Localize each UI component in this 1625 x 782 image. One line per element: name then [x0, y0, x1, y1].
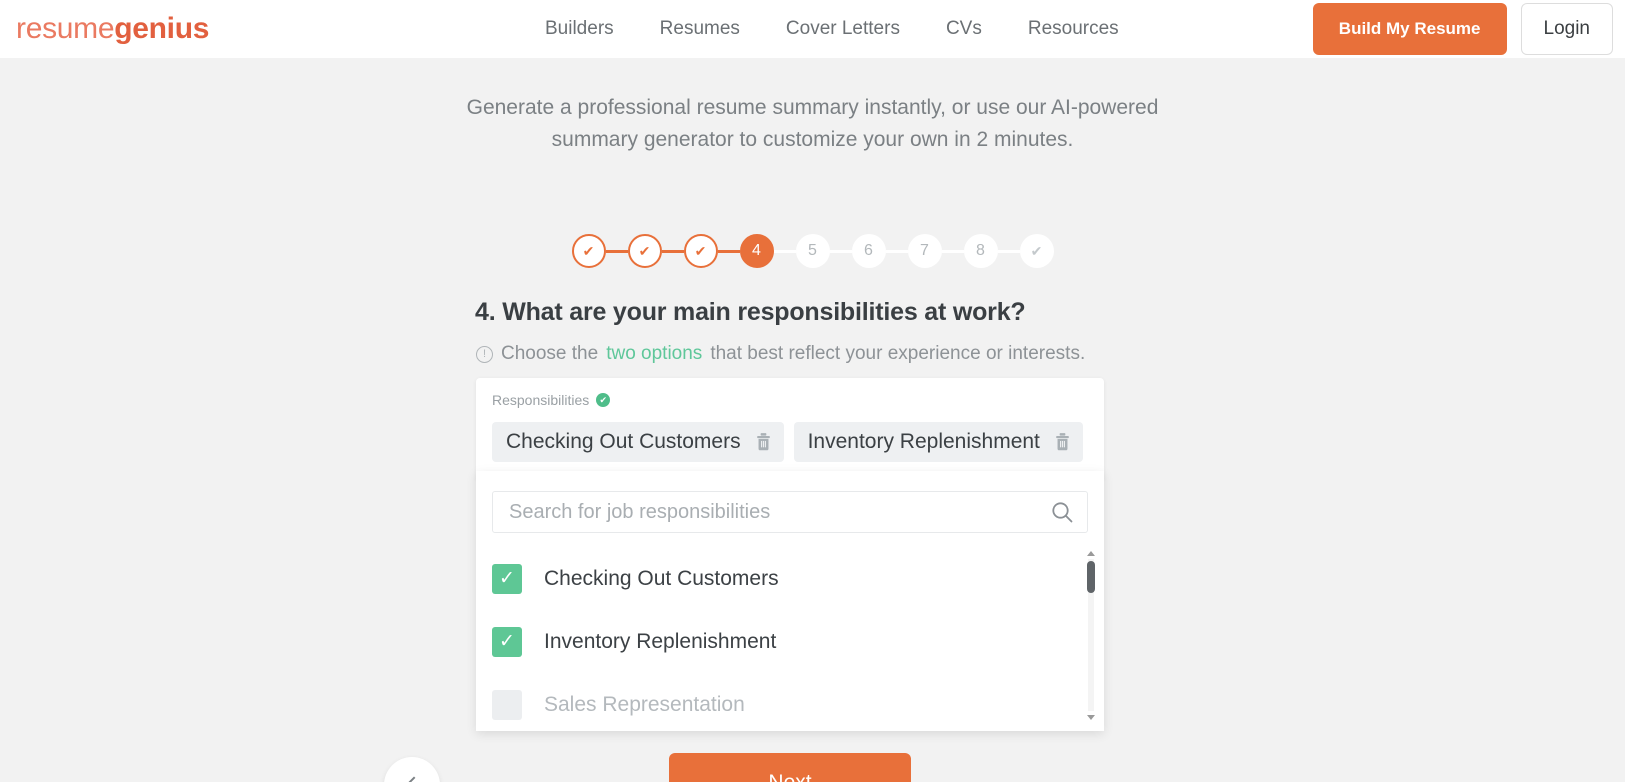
nav-item-resumes[interactable]: Resumes — [660, 18, 740, 40]
nav-item-cover-letters[interactable]: Cover Letters — [786, 18, 900, 40]
responsibilities-field[interactable]: Responsibilities ✔ Checking Out Customer… — [476, 378, 1104, 480]
check-icon: ✓ — [499, 631, 515, 652]
tag-chip[interactable]: Inventory Replenishment — [793, 422, 1083, 462]
scroll-up-arrow-icon[interactable] — [1085, 547, 1097, 559]
question-hint: ! Choose the two options that best refle… — [476, 343, 1085, 365]
step-3-completed[interactable]: ✔ — [683, 234, 718, 268]
logo-text-bold: genius — [114, 12, 210, 45]
build-my-resume-button[interactable]: Build My Resume — [1312, 3, 1507, 55]
back-button[interactable] — [384, 757, 440, 782]
scroll-down-arrow-icon[interactable] — [1085, 711, 1097, 723]
option-label: Inventory Replenishment — [544, 629, 777, 653]
option-row[interactable]: ✓ Inventory Replenishment — [476, 610, 1104, 673]
step-8[interactable]: 8 — [963, 234, 998, 268]
step-2-completed[interactable]: ✔ — [627, 234, 662, 268]
search-row — [492, 491, 1088, 533]
option-row[interactable]: Sales Representation — [476, 673, 1104, 723]
trash-icon[interactable] — [1054, 432, 1071, 452]
logo[interactable]: resumegenius — [16, 12, 209, 46]
tag-label: Inventory Replenishment — [807, 430, 1040, 453]
login-button[interactable]: Login — [1520, 3, 1613, 55]
step-6[interactable]: 6 — [851, 234, 886, 268]
step-5[interactable]: 5 — [795, 234, 830, 268]
hint-text-before: Choose the — [501, 343, 599, 364]
option-row[interactable]: ✓ Checking Out Customers — [476, 547, 1104, 610]
step-connector-4 — [773, 249, 796, 253]
check-icon: ✔ — [638, 243, 651, 259]
logo-text-light: resume — [16, 12, 115, 45]
check-icon: ✔ — [1030, 243, 1043, 259]
field-label: Responsibilities — [492, 392, 590, 408]
step-connector-2 — [661, 249, 684, 253]
search-input[interactable] — [492, 491, 1088, 533]
checkbox-checked-icon[interactable]: ✓ — [492, 563, 522, 594]
check-icon: ✓ — [499, 568, 515, 589]
intro-line-1: Generate a professional resume summary i… — [466, 96, 1159, 119]
intro-line-2: summary generator to customize your own … — [551, 128, 1074, 151]
header-actions: Build My Resume Login — [1312, 0, 1613, 58]
nav-item-resources[interactable]: Resources — [1028, 18, 1119, 40]
check-icon: ✔ — [582, 243, 595, 259]
search-icon[interactable] — [1050, 500, 1074, 524]
hint-text-after: that best reflect your experience or int… — [710, 343, 1086, 364]
main-navigation: Builders Resumes Cover Letters CVs Resou… — [545, 0, 1119, 58]
step-connector-5 — [829, 249, 852, 253]
step-4-current[interactable]: 4 — [739, 234, 774, 268]
checkbox-unchecked-icon[interactable] — [492, 689, 522, 720]
valid-check-icon: ✔ — [596, 393, 611, 407]
step-connector-8 — [997, 249, 1020, 253]
step-7[interactable]: 7 — [907, 234, 942, 268]
page-title: 4. What are your main responsibilities a… — [475, 298, 1026, 326]
next-button[interactable]: Next — [669, 753, 911, 782]
step-connector-6 — [885, 249, 908, 253]
trash-icon[interactable] — [755, 432, 772, 452]
alert-circle-icon: ! — [476, 345, 493, 363]
field-label-row: Responsibilities ✔ — [492, 392, 1088, 408]
step-1-completed[interactable]: ✔ — [571, 234, 606, 268]
check-icon: ✔ — [694, 243, 707, 259]
options-list: ✓ Checking Out Customers ✓ Inventory Rep… — [476, 547, 1104, 723]
tag-label: Checking Out Customers — [506, 430, 741, 453]
step-group-1: ✔ ✔ ✔ 4 5 6 7 8 ✔ — [571, 234, 1054, 268]
step-connector-3 — [717, 249, 740, 253]
nav-item-cvs[interactable]: CVs — [946, 18, 982, 40]
nav-item-builders[interactable]: Builders — [545, 18, 614, 40]
step-connector-1 — [605, 249, 628, 253]
responsibilities-dropdown: ✓ Checking Out Customers ✓ Inventory Rep… — [476, 471, 1104, 731]
selected-tags: Checking Out Customers Inventory Repleni… — [492, 422, 1088, 462]
option-label: Sales Representation — [544, 692, 745, 716]
checkbox-checked-icon[interactable]: ✓ — [492, 626, 522, 657]
main-content: Generate a professional resume summary i… — [0, 58, 1625, 782]
tag-chip[interactable]: Checking Out Customers — [492, 422, 784, 462]
scrollbar-thumb[interactable] — [1087, 561, 1095, 593]
site-header: resumegenius Builders Resumes Cover Lett… — [0, 0, 1625, 58]
intro-text: Generate a professional resume summary i… — [0, 92, 1625, 156]
step-final-check[interactable]: ✔ — [1019, 234, 1054, 268]
hint-text-highlight: two options — [606, 343, 703, 364]
progress-stepper: ✔ ✔ ✔ 4 5 6 7 8 ✔ — [0, 234, 1625, 268]
chevron-left-icon — [405, 776, 423, 782]
option-label: Checking Out Customers — [544, 566, 779, 590]
step-connector-7 — [941, 249, 964, 253]
options-scrollbar[interactable] — [1085, 547, 1097, 723]
